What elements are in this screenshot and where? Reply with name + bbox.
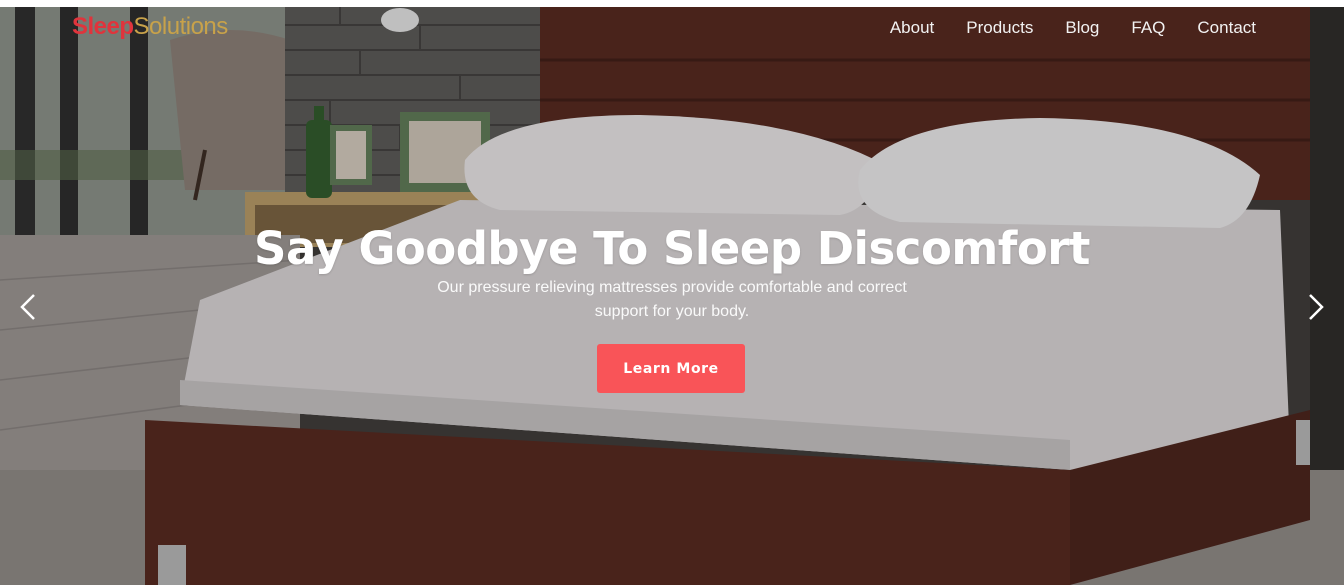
hero-subtext-line-2: support for your body.: [594, 303, 750, 320]
learn-more-button[interactable]: Learn More: [597, 344, 745, 393]
nav-item-contact[interactable]: Contact: [1197, 18, 1256, 38]
top-strip: [0, 0, 1344, 7]
nav-item-blog[interactable]: Blog: [1065, 18, 1099, 38]
brand-name-part2: Solutions: [133, 13, 229, 40]
nav-item-about[interactable]: About: [890, 18, 934, 38]
brand-name-part1: Sleep: [72, 13, 134, 40]
main-nav: About Products Blog FAQ Contact: [890, 18, 1256, 38]
nav-item-products[interactable]: Products: [966, 18, 1033, 38]
hero-headline: Say Goodbye To Sleep Discomfort: [254, 222, 1090, 275]
brand-logo[interactable]: SleepSolutions: [72, 13, 228, 41]
carousel-prev-button[interactable]: [16, 291, 40, 323]
carousel-next-button[interactable]: [1304, 291, 1328, 323]
hero-subtext-line-1: Our pressure relieving mattresses provid…: [437, 279, 907, 296]
chevron-left-icon: [20, 294, 35, 320]
chevron-right-icon: [1309, 294, 1324, 320]
hero-subtext: Our pressure relieving mattresses provid…: [400, 276, 944, 324]
hero-banner: SleepSolutions About Products Blog FAQ C…: [0, 0, 1344, 585]
nav-item-faq[interactable]: FAQ: [1131, 18, 1165, 38]
